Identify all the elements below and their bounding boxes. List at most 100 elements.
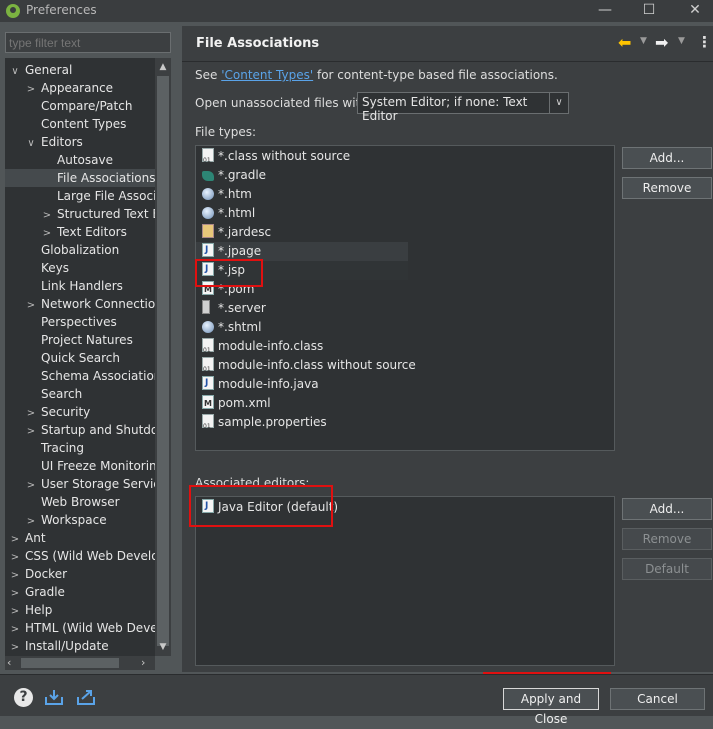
tree-item[interactable]: > Security: [5, 403, 155, 421]
file-types-label: File types:: [195, 125, 256, 139]
add-file-type-button[interactable]: Add...: [622, 147, 712, 169]
tree-item[interactable]: > Gradle: [5, 583, 155, 601]
default-editor-button[interactable]: Default: [622, 558, 712, 580]
tree-item[interactable]: Autosave: [5, 151, 155, 169]
file-type-item[interactable]: module-info.java: [202, 374, 319, 394]
tree-item[interactable]: > Install/Update: [5, 637, 155, 655]
tree-item[interactable]: Globalization: [5, 241, 155, 259]
file-type-item[interactable]: *.jardesc: [202, 223, 271, 242]
collapsed-twisty-icon[interactable]: >: [9, 639, 21, 656]
chevron-down-icon[interactable]: ∨: [549, 93, 568, 113]
tree-item[interactable]: > Appearance: [5, 79, 155, 97]
window-title: Preferences: [26, 3, 97, 17]
tree-item[interactable]: > Ant: [5, 529, 155, 547]
import-icon[interactable]: [44, 688, 64, 706]
tree-item[interactable]: >Startup and Shutdow: [5, 421, 155, 439]
tree-item[interactable]: Perspectives: [5, 313, 155, 331]
tree-item[interactable]: >Structured Text Ec: [5, 205, 155, 223]
help-icon[interactable]: ?: [14, 688, 33, 707]
file-type-item[interactable]: sample.properties: [202, 413, 327, 436]
file-type-label: *.class without source: [218, 149, 351, 163]
tree-item-label: User Storage Service: [41, 477, 155, 491]
minimize-button[interactable]: —: [582, 0, 628, 22]
forward-arrow-icon[interactable]: ➡: [655, 33, 668, 52]
tree-item-label: Network Connection: [41, 297, 155, 311]
tree-item[interactable]: Schema Associations: [5, 367, 155, 385]
tree-item-label: Startup and Shutdow: [41, 423, 155, 437]
file-types-list[interactable]: *.class without source *.gradle *.htm *.htm…: [195, 145, 615, 451]
close-window-button[interactable]: ✕: [672, 0, 713, 22]
export-icon[interactable]: [76, 688, 96, 706]
spring-app-icon: [6, 4, 20, 18]
tree-item-label: Autosave: [57, 153, 113, 167]
highlight-jsp: [195, 259, 263, 287]
tree-item[interactable]: Quick Search: [5, 349, 155, 367]
tree-item[interactable]: Large File Associati: [5, 187, 155, 205]
tree-item-label: Editors: [41, 135, 83, 149]
file-type-item[interactable]: *.shtml: [202, 318, 261, 337]
file-type-label: *.shtml: [218, 320, 262, 334]
maximize-button[interactable]: ☐: [626, 0, 672, 22]
tree-item[interactable]: Project Natures: [5, 331, 155, 349]
file-type-item[interactable]: *.server: [202, 299, 266, 318]
tree-item[interactable]: > Help: [5, 601, 155, 619]
tree-item-label: Web Browser: [41, 495, 120, 509]
file-type-item[interactable]: pom.xml: [202, 394, 271, 413]
tree-item[interactable]: > Docker: [5, 565, 155, 583]
add-editor-button[interactable]: Add...: [622, 498, 712, 520]
tree-item-label: HTML (Wild Web Develo: [25, 621, 155, 635]
open-unassociated-select[interactable]: System Editor; if none: Text Editor ∨: [357, 92, 569, 123]
file-type-item[interactable]: *.class without source: [202, 147, 351, 170]
file-type-item[interactable]: *.html: [202, 204, 255, 223]
view-menu-icon[interactable]: ⋮: [697, 33, 712, 51]
tree-item-label: Perspectives: [41, 315, 117, 329]
preferences-tree[interactable]: ∨ General > Appearance Compare/Patch Content …: [5, 58, 155, 656]
tree-item[interactable]: ∨ General: [5, 61, 155, 79]
tree-item[interactable]: Link Handlers: [5, 277, 155, 295]
remove-editor-button[interactable]: Remove: [622, 528, 712, 550]
tree-item[interactable]: > HTML (Wild Web Develo: [5, 619, 155, 637]
tree-item[interactable]: > CSS (Wild Web Develop: [5, 547, 155, 565]
file-type-label: pom.xml: [218, 396, 271, 410]
tree-item-label: Tracing: [41, 441, 85, 455]
filter-input[interactable]: [5, 32, 171, 53]
tree-vertical-scroll-thumb[interactable]: [157, 76, 169, 646]
cancel-button[interactable]: Cancel: [610, 688, 705, 710]
back-arrow-icon[interactable]: ⬅: [618, 33, 631, 52]
file-type-item[interactable]: module-info.class: [202, 337, 323, 360]
remove-file-type-button[interactable]: Remove: [622, 177, 712, 199]
forward-dropdown-icon[interactable]: ▼: [678, 36, 685, 46]
scroll-left-icon[interactable]: ‹: [7, 656, 19, 670]
tree-item[interactable]: Content Types: [5, 115, 155, 133]
scroll-up-icon[interactable]: ▲: [155, 60, 171, 74]
tree-item[interactable]: UI Freeze Monitoring: [5, 457, 155, 475]
apply-and-close-button[interactable]: Apply and Close: [503, 688, 599, 726]
file-type-item[interactable]: *.htm: [202, 185, 252, 204]
tree-item[interactable]: Keys: [5, 259, 155, 277]
tree-item[interactable]: Search: [5, 385, 155, 403]
server-icon: [202, 300, 210, 314]
tree-item[interactable]: Tracing: [5, 439, 155, 457]
tree-item[interactable]: > Workspace: [5, 511, 155, 529]
tree-item[interactable]: ∨ Editors: [5, 133, 155, 151]
tree-item-label: File Associations: [57, 171, 155, 185]
back-dropdown-icon[interactable]: ▼: [640, 36, 647, 46]
class-file-icon: [202, 357, 214, 379]
tree-item[interactable]: > Network Connection: [5, 295, 155, 313]
tree-item[interactable]: File Associations: [5, 169, 155, 187]
tree-item-label: Compare/Patch: [41, 99, 133, 113]
tree-item-label: Text Editors: [57, 225, 127, 239]
tree-item[interactable]: > Text Editors: [5, 223, 155, 241]
java-file-icon: [202, 241, 214, 260]
tree-item-label: Ant: [25, 531, 46, 545]
tree-item[interactable]: > User Storage Service: [5, 475, 155, 493]
tree-item[interactable]: Compare/Patch: [5, 97, 155, 115]
tree-item[interactable]: Web Browser: [5, 493, 155, 511]
scroll-down-icon[interactable]: ▼: [155, 640, 171, 654]
gradle-icon: [202, 171, 214, 181]
content-types-link[interactable]: 'Content Types': [221, 68, 313, 82]
tree-horizontal-scroll-thumb[interactable]: [21, 658, 119, 668]
file-type-item[interactable]: module-info.class without source: [202, 356, 416, 379]
scroll-right-icon[interactable]: ›: [141, 656, 153, 670]
file-type-item[interactable]: *.gradle: [202, 166, 266, 185]
